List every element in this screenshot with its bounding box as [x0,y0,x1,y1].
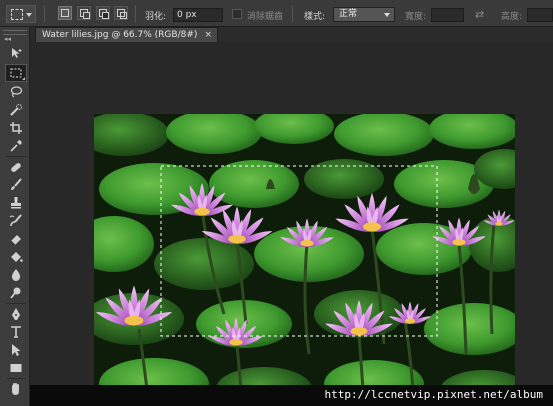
dodge-tool-icon[interactable] [5,284,27,302]
divider [292,5,293,22]
brush-tool-icon[interactable] [5,176,27,194]
feather-label: 羽化: [145,12,167,22]
chevron-down-icon [26,13,32,17]
document-tab-bar: Water lilies.jpg @ 66.7% (RGB/8#) × [31,27,553,42]
rectangular-marquee-tool-icon[interactable] [5,64,27,82]
height-input[interactable] [527,8,553,22]
rectangular-marquee-icon [11,9,23,20]
spot-healing-brush-tool-icon[interactable] [5,158,27,176]
document-tab[interactable]: Water lilies.jpg @ 66.7% (RGB/8#) × [35,27,218,42]
water-lilies-photo [94,114,515,406]
history-brush-tool-icon[interactable] [5,212,27,230]
new-selection-button[interactable] [58,6,72,20]
intersect-selection-button[interactable] [114,6,128,20]
pen-tool-icon[interactable] [5,305,27,323]
document-tab-title: Water lilies.jpg @ 66.7% (RGB/8#) [42,30,198,40]
tool-preset-picker[interactable] [6,5,36,23]
watermark-strip: http://lccnetvip.pixnet.net/album [30,385,553,406]
options-bar: 羽化: 0 px 消除鋸齒 樣式: 正常 寬度: ⇄ 高度: [0,0,553,27]
blur-tool-icon[interactable] [5,266,27,284]
hand-tool-icon[interactable] [5,380,27,398]
swap-width-height-icon[interactable]: ⇄ [475,8,484,21]
style-select[interactable]: 正常 [333,7,395,22]
eraser-tool-icon[interactable] [5,230,27,248]
width-input[interactable] [431,8,464,22]
move-tool-icon[interactable] [5,44,27,62]
collapse-panel-icon[interactable]: ◂◂ [4,35,11,43]
divider [135,5,136,22]
antialias-checkbox[interactable] [232,9,242,19]
clone-stamp-tool-icon[interactable] [5,194,27,212]
chevron-down-icon [384,13,390,17]
tools-panel: ◂◂ [0,27,30,406]
eyedropper-tool-icon[interactable] [5,137,27,155]
style-label: 樣式: [304,12,326,22]
document-image[interactable] [94,114,515,406]
type-tool-icon[interactable] [5,323,27,341]
paint-bucket-tool-icon[interactable] [5,248,27,266]
path-selection-tool-icon[interactable] [5,341,27,359]
width-label: 寬度: [405,12,427,22]
crop-tool-icon[interactable] [5,119,27,137]
quick-selection-tool-icon[interactable] [5,101,27,119]
lasso-tool-icon[interactable] [5,83,27,101]
watermark-url: http://lccnetvip.pixnet.net/album [324,388,543,401]
style-select-value: 正常 [339,9,358,19]
canvas-area [31,42,553,406]
rectangle-tool-icon[interactable] [5,359,27,377]
height-label: 高度: [501,12,523,22]
add-to-selection-button[interactable] [77,6,91,20]
subtract-from-selection-button[interactable] [96,6,110,20]
close-icon[interactable]: × [204,28,212,42]
feather-input[interactable]: 0 px [173,8,223,22]
divider [44,5,45,22]
antialias-label: 消除鋸齒 [247,12,284,22]
